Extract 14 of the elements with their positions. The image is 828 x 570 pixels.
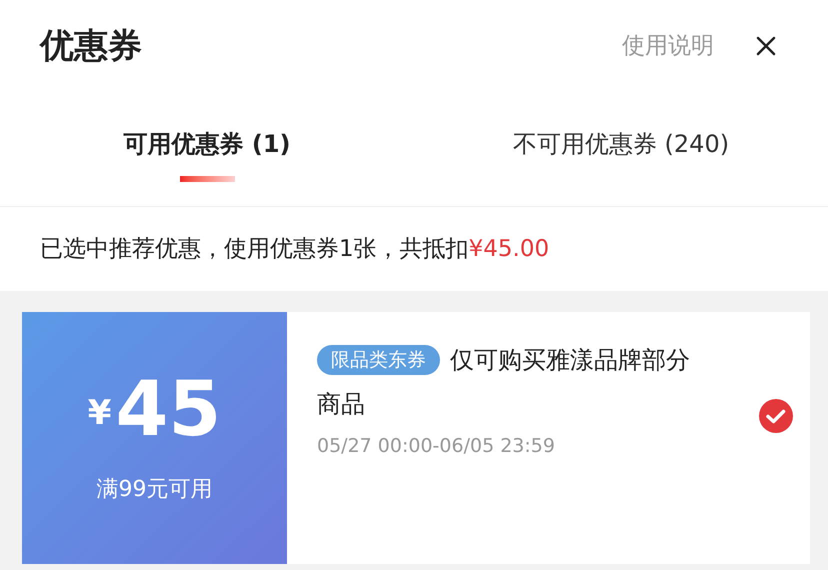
validity-period: 05/27 00:00-06/05 23:59 [317,434,556,459]
sheet-title: 优惠券 [40,24,142,68]
currency-symbol: ¥ [88,392,112,434]
coupon-description: 商品 [317,389,365,420]
selected-check-icon[interactable] [758,398,794,434]
coupon-card[interactable]: ¥45 满99元可用 限品类东券 仅可购买雅漾品牌部分 商品 05/27 00:00-06/05 23:59 [22,312,810,564]
coupon-tab[interactable]: 不可用优惠券 (240) [414,96,828,206]
coupon-description: 仅可购买雅漾品牌部分 [450,345,690,376]
summary-text: 已选中推荐优惠，使用优惠券1张，共抵扣 [40,234,469,264]
discount-amount: ¥45.00 [468,234,550,264]
coupon-amount: 45 [115,370,222,446]
usage-condition: 满99元可用 [96,476,212,504]
coupon-tag: 限品类东券 [317,345,440,375]
coupon-tab[interactable]: 可用优惠券 (1) [0,96,414,206]
